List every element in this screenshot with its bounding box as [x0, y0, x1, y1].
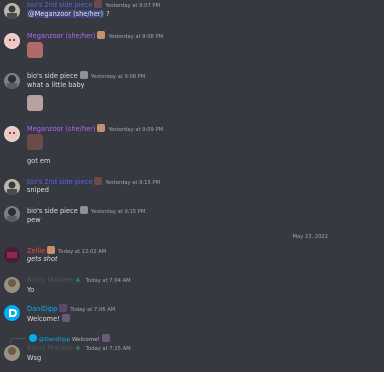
- message-text: pew: [27, 216, 41, 224]
- reply-text: Welcome!: [71, 337, 100, 343]
- reply-avatar-icon: [29, 334, 37, 342]
- reply-connector: [10, 338, 25, 343]
- sticker[interactable]: [27, 42, 43, 58]
- message-text: got em: [27, 157, 51, 165]
- timestamp: Yesterday at 9:15 PM: [105, 180, 161, 186]
- message-text: Wsg: [27, 354, 42, 362]
- sticker[interactable]: [27, 134, 43, 150]
- role-badge-icon: [79, 206, 88, 214]
- role-badge-icon: [47, 246, 56, 254]
- timestamp: Today at 7:04 AM: [85, 278, 131, 284]
- role-badge-icon: ⚘: [74, 277, 82, 285]
- username[interactable]: bio's 2nd side piece: [27, 1, 92, 9]
- avatar[interactable]: [4, 179, 20, 195]
- avatar[interactable]: [4, 247, 20, 263]
- role-badge-icon: [97, 31, 106, 39]
- username[interactable]: DaniDipp: [27, 305, 57, 313]
- timestamp: Yesterday at 9:09 PM: [108, 127, 164, 133]
- username[interactable]: bio's side piece: [27, 72, 78, 80]
- user-mention[interactable]: @Meganzoor (she/her): [27, 10, 105, 18]
- role-badge-icon: [79, 71, 88, 79]
- username[interactable]: bio's side piece: [27, 207, 78, 215]
- username[interactable]: Zellie: [27, 247, 45, 255]
- message-header: Meganzoor (she/her) Yesterday at 9:09 PM: [27, 124, 163, 135]
- message-header: Binny Mackee ⚘ Today at 7:25 AM: [27, 344, 131, 354]
- message-text: what a little baby: [27, 81, 85, 89]
- timestamp: Yesterday at 9:08 PM: [108, 34, 164, 40]
- message-header: bio's side piece Yesterday at 9:15 PM: [27, 206, 145, 217]
- avatar[interactable]: [4, 206, 20, 222]
- avatar[interactable]: [4, 345, 20, 361]
- message-text: ?: [104, 10, 110, 18]
- role-badge-icon: [59, 304, 68, 312]
- username[interactable]: Binny Mackee: [27, 276, 73, 284]
- message-text: gets shot: [27, 255, 58, 263]
- username[interactable]: Binny Mackee: [27, 344, 73, 352]
- role-badge-icon: [94, 177, 103, 185]
- message-text: Welcome!: [27, 315, 60, 323]
- message-header: Binny Mackee ⚘ Today at 7:04 AM: [27, 276, 131, 286]
- reply-preview[interactable]: @DaniDipp Welcome!: [27, 334, 110, 343]
- message-content: @Meganzoor (she/her) ?: [27, 10, 110, 19]
- message-content: Welcome!: [27, 314, 70, 324]
- avatar[interactable]: [4, 33, 20, 49]
- message-header: Meganzoor (she/her) Yesterday at 9:08 PM: [27, 31, 163, 42]
- username[interactable]: Meganzoor (she/her): [27, 32, 95, 40]
- avatar[interactable]: [4, 126, 20, 142]
- avatar[interactable]: [4, 3, 20, 19]
- avatar[interactable]: [4, 73, 20, 89]
- sticker[interactable]: [27, 95, 43, 111]
- message-text: sniped: [27, 186, 49, 194]
- role-badge-icon: ⚘: [74, 345, 82, 353]
- timestamp: Yesterday at 9:08 PM: [90, 74, 146, 80]
- username[interactable]: bio's 2nd side piece: [27, 178, 92, 186]
- timestamp: Yesterday at 9:15 PM: [90, 209, 146, 215]
- date-separator: May 23, 2022: [292, 234, 328, 240]
- avatar[interactable]: [4, 277, 20, 293]
- reply-username[interactable]: @DaniDipp: [39, 337, 70, 343]
- timestamp: Today at 7:25 AM: [85, 346, 131, 352]
- role-badge-icon: [97, 124, 106, 132]
- timestamp: Today at 12:02 AM: [58, 249, 107, 255]
- role-badge-icon: [94, 0, 103, 8]
- emoji-icon: [101, 334, 110, 342]
- avatar[interactable]: [4, 305, 20, 321]
- username[interactable]: Meganzoor (she/her): [27, 125, 95, 133]
- timestamp: Today at 7:06 AM: [70, 307, 116, 313]
- timestamp: Yesterday at 9:07 PM: [105, 3, 161, 9]
- message-text: Yo: [27, 286, 35, 294]
- emoji-icon: [61, 314, 70, 322]
